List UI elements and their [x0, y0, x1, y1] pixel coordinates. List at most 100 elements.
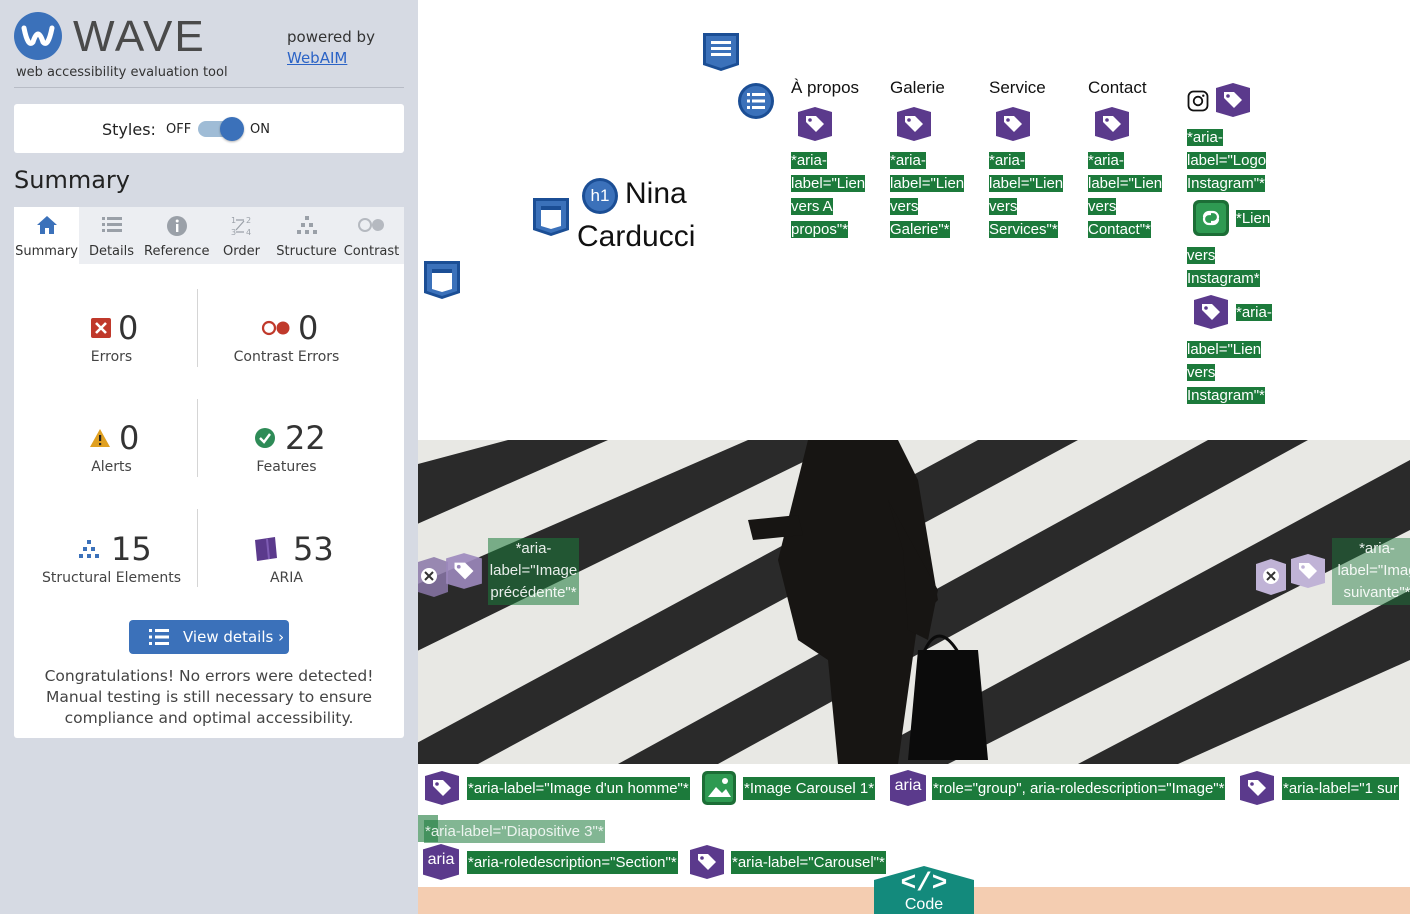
styles-toggle-box: Styles: OFF ON	[14, 104, 404, 153]
svg-text:3: 3	[231, 228, 236, 237]
structural-label: Structural Elements	[42, 570, 181, 586]
styles-toggle-knob[interactable]	[220, 117, 244, 141]
svg-text:2: 2	[246, 216, 251, 225]
structural-count: 15	[111, 530, 152, 568]
image-icon[interactable]	[701, 770, 737, 806]
svg-text:1: 1	[231, 216, 236, 225]
aria-label-tag: *aria- label="Lien vers Galerie"*	[890, 149, 965, 241]
tab-reference[interactable]: Reference	[144, 207, 209, 264]
aria-label-text: *aria- label="Lien vers Galerie"*	[890, 152, 965, 238]
h1-badge-icon[interactable]: h1	[582, 178, 618, 214]
contrast-icon	[357, 215, 387, 239]
aria-tag-icon[interactable]	[688, 844, 726, 880]
prev-button-label: *aria- label="Image précédente"*	[489, 540, 578, 601]
aria-icon-text: aria	[427, 851, 455, 868]
aria-label-tag: *aria- label="Lien vers Contact"*	[1088, 149, 1163, 241]
alert-icon	[90, 429, 110, 447]
instagram-icon[interactable]	[1187, 90, 1209, 112]
aria-tag-icon[interactable]	[423, 770, 461, 806]
tab-label: Order	[223, 244, 260, 259]
aria-label-text: *aria-	[1236, 304, 1272, 321]
aria-icon[interactable]: aria	[423, 844, 459, 880]
aria-icon[interactable]: aria	[890, 770, 926, 806]
aria-tag-icon[interactable]	[994, 106, 1032, 142]
aria-label-tag: *aria-label="Image d'un homme"*	[467, 777, 690, 800]
errors-stat[interactable]: 0 Errors	[14, 309, 209, 365]
aria-tag-icon[interactable]	[1214, 82, 1252, 118]
aria-icon	[255, 537, 277, 561]
tab-label: Details	[88, 244, 135, 259]
slide-label-tag: *aria-label="Diapositive 3"*	[424, 820, 605, 843]
aria-stat[interactable]: 53 ARIA	[189, 530, 384, 586]
webaim-link[interactable]: WebAIM	[287, 48, 375, 69]
aria-label-tag: *aria- label="Lien vers A propos"*	[791, 149, 866, 241]
aria-tag-icon[interactable]	[1192, 294, 1230, 330]
aria-label-tag: *aria-	[1236, 301, 1272, 324]
aria-icon-text: aria	[894, 777, 922, 794]
link-label-text: vers Instagram*	[1187, 247, 1260, 287]
styles-off-label: OFF	[166, 122, 192, 137]
nav-link-apropos[interactable]: À propos	[791, 78, 859, 98]
alt-close-icon[interactable]	[1254, 558, 1288, 596]
aria-label-text: *aria- label="Lien vers Services"*	[989, 152, 1064, 238]
wave-logo-icon	[14, 12, 62, 60]
home-icon	[36, 215, 58, 239]
link-icon[interactable]	[1192, 199, 1230, 237]
h1-badge-label: h1	[585, 181, 615, 211]
alerts-stat[interactable]: 0 Alerts	[14, 419, 209, 475]
structure-icon	[296, 215, 318, 239]
aria-label-text: *aria- label="Lien vers A propos"*	[791, 152, 866, 238]
nav-link-service[interactable]: Service	[989, 78, 1046, 98]
aria-tag-icon[interactable]	[796, 106, 834, 142]
next-button-label: *aria- label="Imag suivante"*	[1337, 540, 1410, 601]
nav-link-contact[interactable]: Contact	[1088, 78, 1147, 98]
aria-label-tag: *aria- label="Logo Instagram"*	[1187, 126, 1267, 195]
aria-role-tag: *role="group", aria-roledescription="Ima…	[932, 777, 1226, 800]
code-toggle-button[interactable]: </> Code	[874, 866, 974, 914]
aria-tag-icon[interactable]	[444, 551, 484, 591]
aria-label-text: *aria- label="Lien vers Contact"*	[1088, 152, 1163, 238]
structural-stat[interactable]: 15 Structural Elements	[14, 530, 209, 586]
contrast-errors-stat[interactable]: 0 Contrast Errors	[189, 309, 384, 365]
main-region-icon[interactable]	[422, 259, 462, 301]
wave-sidebar: WAVE web accessibility evaluation tool p…	[0, 0, 418, 914]
list-icon	[101, 215, 123, 239]
summary-heading: Summary	[14, 166, 130, 194]
errors-label: Errors	[90, 349, 133, 365]
tab-structure[interactable]: Structure	[274, 207, 339, 264]
header-region-icon[interactable]	[701, 31, 741, 73]
tab-label: Contrast	[343, 244, 400, 259]
summary-panel: Summary Details Reference 1 2 3 4 Order Str…	[14, 207, 404, 738]
contrast-errors-label: Contrast Errors	[233, 349, 340, 365]
aria-tag-icon[interactable]	[1238, 770, 1276, 806]
tab-label: Reference	[144, 244, 210, 259]
list-region-icon[interactable]	[737, 82, 775, 120]
aria-label: ARIA	[269, 570, 303, 586]
order-icon: 1 2 3 4	[230, 215, 254, 241]
aria-label-tag: *aria-label="Carousel"*	[731, 851, 886, 874]
tab-label: Structure	[276, 244, 337, 259]
image-alt-tag: *Image Carousel 1*	[743, 777, 876, 800]
tab-details[interactable]: Details	[79, 207, 144, 264]
tab-order[interactable]: 1 2 3 4 Order	[209, 207, 274, 264]
structure-icon	[79, 540, 99, 558]
aria-count: 53	[293, 530, 334, 568]
alerts-count: 0	[119, 419, 140, 457]
svg-text:4: 4	[246, 228, 251, 237]
aria-tag-icon[interactable]	[1093, 106, 1131, 142]
link-label-text: *Lien	[1236, 210, 1271, 227]
app-name: WAVE	[73, 12, 206, 61]
aria-tag-icon[interactable]	[1289, 553, 1327, 589]
view-details-label: View details ›	[183, 628, 285, 646]
tab-contrast[interactable]: Contrast	[339, 207, 404, 264]
view-details-button[interactable]: View details ›	[129, 620, 289, 654]
congrats-message: Congratulations! No errors were detected…	[44, 667, 374, 727]
aria-label-text: label="Lien vers Instagram"*	[1187, 341, 1265, 404]
tab-summary[interactable]: Summary	[14, 207, 79, 264]
list-icon	[149, 629, 169, 645]
features-stat[interactable]: 22 Features	[189, 419, 384, 475]
nav-link-galerie[interactable]: Galerie	[890, 78, 945, 98]
aria-tag-icon[interactable]	[895, 106, 933, 142]
code-icon: </>	[900, 868, 948, 898]
banner-region-icon[interactable]	[531, 196, 571, 238]
